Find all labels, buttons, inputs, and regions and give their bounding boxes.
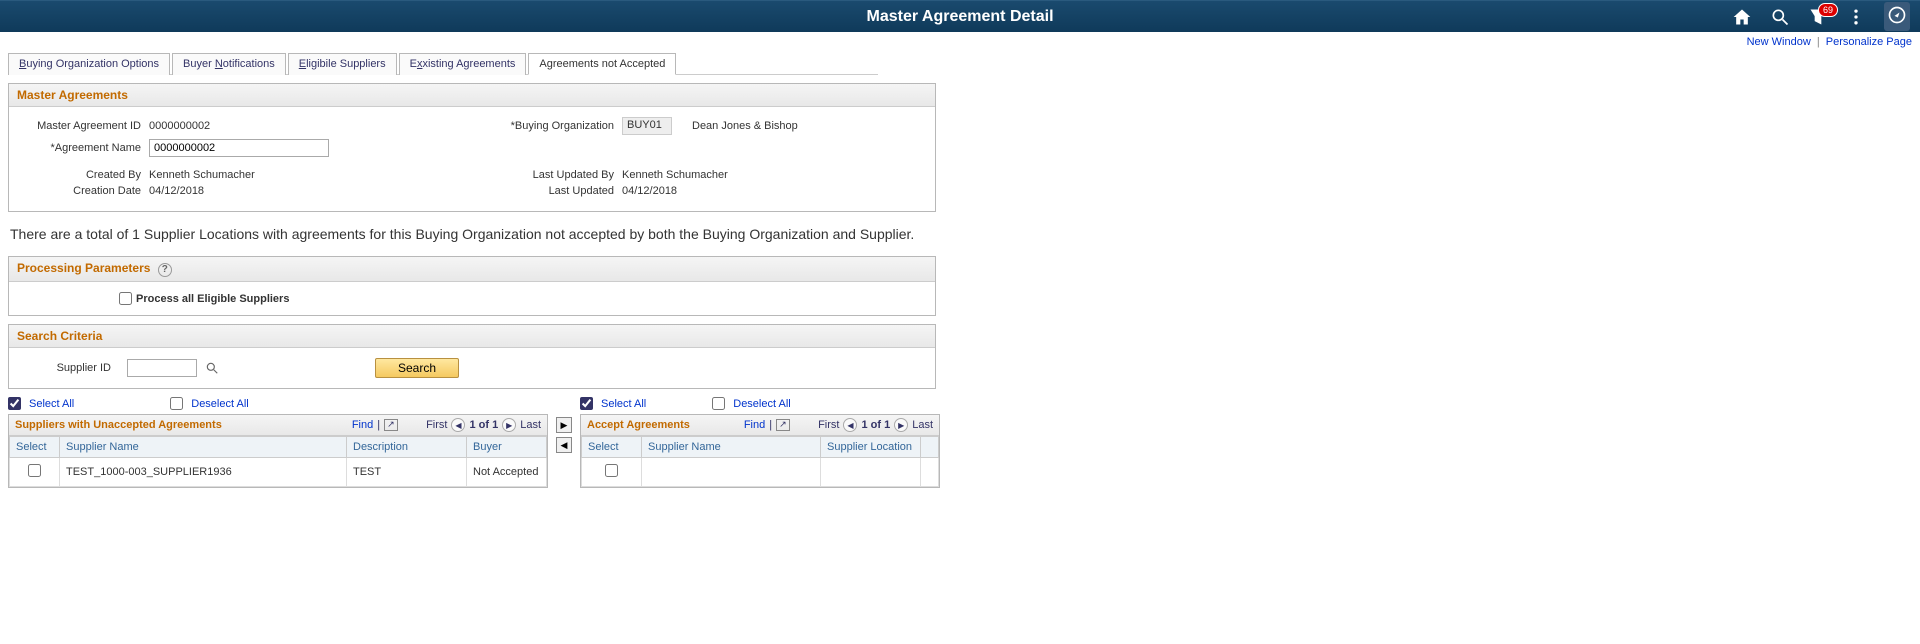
left-deselect-all-link[interactable]: Deselect All xyxy=(191,398,248,410)
created-by-value: Kenneth Schumacher xyxy=(149,169,255,181)
col-empty-r xyxy=(921,437,939,458)
buying-org-label: *Buying Organization xyxy=(472,120,622,132)
right-grid-nav: Find | First ◀ 1 of 1 ▶ Last xyxy=(744,418,933,432)
supplier-id-input[interactable] xyxy=(127,359,197,377)
row-select-checkbox-r[interactable] xyxy=(605,464,618,477)
left-popout-icon[interactable] xyxy=(384,419,398,431)
last-updated-label: Last Updated xyxy=(472,185,622,197)
info-text: There are a total of 1 Supplier Location… xyxy=(10,226,1910,242)
left-last-label: Last xyxy=(520,419,541,431)
right-range: 1 of 1 xyxy=(861,419,890,431)
tab-row: Buying Organization Options Buyer Notifi… xyxy=(8,52,878,75)
left-prev-button[interactable]: ◀ xyxy=(451,418,465,432)
left-next-button[interactable]: ▶ xyxy=(502,418,516,432)
col-supplier-name[interactable]: Supplier Name xyxy=(60,437,347,458)
help-icon[interactable]: ? xyxy=(158,263,172,277)
left-selector-row: Select All Deselect All xyxy=(8,397,548,410)
shuttle-controls: ▶ ◀ xyxy=(556,417,572,453)
agreement-name-label: *Agreement Name xyxy=(19,142,149,154)
master-agreements-section: Master Agreements Master Agreement ID 00… xyxy=(8,83,936,212)
search-icon[interactable] xyxy=(1770,7,1790,27)
row-supplier-name: TEST_1000-003_SUPPLIER1936 xyxy=(60,458,347,487)
table-row xyxy=(582,458,939,487)
notification-icon[interactable]: 69 xyxy=(1808,7,1828,27)
processing-parameters-header: Processing Parameters ? xyxy=(9,257,935,282)
col-supplier-name-r[interactable]: Supplier Name xyxy=(642,437,821,458)
search-button[interactable]: Search xyxy=(375,358,459,378)
search-criteria-header: Search Criteria xyxy=(9,325,935,348)
shuttle-right-button[interactable]: ▶ xyxy=(556,417,572,433)
agreement-name-input[interactable] xyxy=(149,139,329,157)
topbar: Master Agreement Detail 69 xyxy=(0,0,1920,32)
creation-date-value: 04/12/2018 xyxy=(149,185,204,197)
right-deselect-all-checkbox[interactable] xyxy=(712,397,725,410)
right-prev-button[interactable]: ◀ xyxy=(843,418,857,432)
left-range: 1 of 1 xyxy=(469,419,498,431)
tab-eligible-suppliers[interactable]: Eligibile Suppliers xyxy=(288,53,397,75)
master-agreement-id-value: 0000000002 xyxy=(149,120,210,132)
home-icon[interactable] xyxy=(1732,7,1752,27)
search-criteria-section: Search Criteria Supplier ID Search xyxy=(8,324,936,389)
accept-agreements-grid: Accept Agreements Find | First ◀ 1 of 1 … xyxy=(580,414,940,488)
right-find-link[interactable]: Find xyxy=(744,419,765,431)
last-updated-value: 04/12/2018 xyxy=(622,185,677,197)
col-select: Select xyxy=(10,437,60,458)
buying-org-desc: Dean Jones & Bishop xyxy=(692,120,798,132)
right-deselect-all-link[interactable]: Deselect All xyxy=(733,398,790,410)
supplier-id-label: Supplier ID xyxy=(19,362,119,374)
created-by-label: Created By xyxy=(19,169,149,181)
personalize-page-link[interactable]: Personalize Page xyxy=(1826,36,1912,48)
right-select-all-link[interactable]: Select All xyxy=(601,398,646,410)
right-last-label: Last xyxy=(912,419,933,431)
creation-date-label: Creation Date xyxy=(19,185,149,197)
col-supplier-loc-r[interactable]: Supplier Location xyxy=(821,437,921,458)
tab-buyer-notifications[interactable]: Buyer Notifications xyxy=(172,53,286,75)
accept-agreements-title: Accept Agreements xyxy=(587,419,690,431)
row-buyer: Not Accepted xyxy=(467,458,547,487)
buying-org-value: BUY01 xyxy=(622,117,672,135)
suppliers-unaccepted-title: Suppliers with Unaccepted Agreements xyxy=(15,419,222,431)
master-agreement-id-label: Master Agreement ID xyxy=(19,120,149,132)
left-deselect-all-checkbox[interactable] xyxy=(170,397,183,410)
last-updated-by-label: Last Updated By xyxy=(472,169,622,181)
notification-count: 69 xyxy=(1818,3,1838,17)
process-all-checkbox-label: Process all Eligible Suppliers xyxy=(119,292,925,305)
menu-icon[interactable] xyxy=(1846,7,1866,27)
table-row: TEST_1000-003_SUPPLIER1936 TEST Not Acce… xyxy=(10,458,547,487)
process-all-checkbox[interactable] xyxy=(119,292,132,305)
left-find-link[interactable]: Find xyxy=(352,419,373,431)
suppliers-unaccepted-grid: Suppliers with Unaccepted Agreements Fin… xyxy=(8,414,548,488)
col-description[interactable]: Description xyxy=(347,437,467,458)
right-next-button[interactable]: ▶ xyxy=(894,418,908,432)
processing-parameters-section: Processing Parameters ? Process all Elig… xyxy=(8,256,936,316)
right-first-label: First xyxy=(818,419,839,431)
shuttle-left-button[interactable]: ◀ xyxy=(556,437,572,453)
col-buyer[interactable]: Buyer xyxy=(467,437,547,458)
right-select-all-checkbox[interactable] xyxy=(580,397,593,410)
last-updated-by-value: Kenneth Schumacher xyxy=(622,169,728,181)
row-description: TEST xyxy=(347,458,467,487)
master-agreements-header: Master Agreements xyxy=(9,84,935,107)
tab-buying-org-options[interactable]: Buying Organization Options xyxy=(8,53,170,75)
left-select-all-link[interactable]: Select All xyxy=(29,398,74,410)
subheader: New Window | Personalize Page xyxy=(0,32,1920,52)
row-select-checkbox[interactable] xyxy=(28,464,41,477)
right-selector-row: Select All Deselect All xyxy=(580,397,940,410)
left-select-all-checkbox[interactable] xyxy=(8,397,21,410)
compass-icon[interactable] xyxy=(1884,2,1910,31)
page-title: Master Agreement Detail xyxy=(866,8,1053,26)
left-scrollbar[interactable] xyxy=(8,488,548,506)
left-grid-nav: Find | First ◀ 1 of 1 ▶ Last xyxy=(352,418,541,432)
right-popout-icon[interactable] xyxy=(776,419,790,431)
tab-agreements-not-accepted[interactable]: Agreements not Accepted xyxy=(528,53,676,75)
lookup-icon[interactable] xyxy=(205,361,219,375)
new-window-link[interactable]: New Window xyxy=(1747,36,1811,48)
left-first-label: First xyxy=(426,419,447,431)
col-select-r: Select xyxy=(582,437,642,458)
tab-existing-agreements[interactable]: Exxisting Agreements xyxy=(399,53,527,75)
